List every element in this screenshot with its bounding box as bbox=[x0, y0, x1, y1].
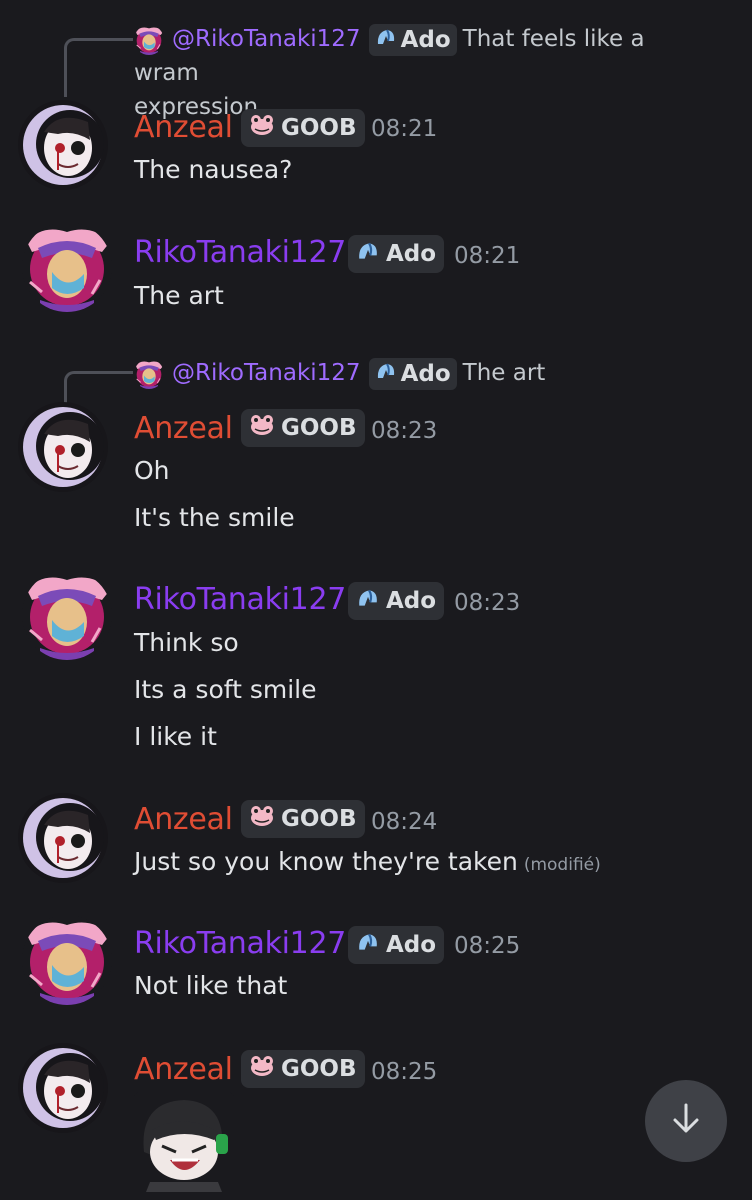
message-text: The art bbox=[134, 281, 224, 310]
frog-icon bbox=[249, 114, 275, 142]
frog-icon bbox=[249, 414, 275, 442]
message-text: Oh bbox=[134, 456, 170, 485]
ado-badge-icon bbox=[356, 587, 380, 615]
author-name[interactable]: Anzeal bbox=[134, 1052, 233, 1088]
frog-icon bbox=[249, 805, 275, 833]
timestamp: 08:25 bbox=[454, 933, 521, 959]
timestamp: 08:24 bbox=[371, 809, 438, 835]
ado-badge-icon bbox=[356, 931, 380, 959]
ado-badge-icon bbox=[356, 240, 380, 268]
role-tag: Ado bbox=[368, 23, 457, 57]
reply-avatar bbox=[134, 358, 164, 389]
role-tag: Ado bbox=[348, 582, 445, 620]
reply-preview[interactable]: @RikoTanaki127 Ado That feels like a wram e… bbox=[134, 22, 714, 124]
role-tag: GOOB bbox=[241, 109, 365, 147]
message-text: It's the smile bbox=[134, 503, 295, 532]
reply-avatar bbox=[134, 24, 164, 55]
edited-label: (modifié) bbox=[523, 855, 601, 875]
timestamp: 08:23 bbox=[371, 418, 438, 444]
ado-badge-icon bbox=[375, 357, 397, 391]
author-name[interactable]: RikoTanaki127 bbox=[134, 582, 346, 618]
message-text: I like it bbox=[134, 722, 217, 751]
reply-connector bbox=[64, 38, 133, 97]
ado-badge-icon bbox=[375, 23, 397, 57]
message-text: Not like that bbox=[134, 971, 288, 1000]
avatar-riko[interactable] bbox=[22, 222, 112, 312]
timestamp: 08:21 bbox=[454, 243, 521, 269]
role-tag: Ado bbox=[348, 926, 445, 964]
timestamp: 08:21 bbox=[371, 116, 438, 142]
avatar-riko[interactable] bbox=[22, 915, 112, 1005]
role-tag: Ado bbox=[348, 235, 445, 273]
message-text: The nausea? bbox=[134, 155, 293, 184]
reply-text: The art bbox=[462, 360, 546, 386]
author-name[interactable]: RikoTanaki127 bbox=[134, 235, 346, 271]
avatar-anzeal[interactable] bbox=[18, 793, 108, 883]
avatar-anzeal[interactable] bbox=[18, 100, 108, 190]
reply-mention[interactable]: @RikoTanaki127 bbox=[172, 26, 361, 52]
arrow-down-icon bbox=[668, 1101, 704, 1141]
reply-preview[interactable]: @RikoTanaki127 Ado The art bbox=[134, 356, 545, 390]
author-name[interactable]: Anzeal bbox=[134, 802, 233, 838]
author-name[interactable]: RikoTanaki127 bbox=[134, 926, 346, 962]
role-tag: GOOB bbox=[241, 1050, 365, 1088]
avatar-anzeal[interactable] bbox=[18, 402, 108, 492]
author-name[interactable]: Anzeal bbox=[134, 411, 233, 447]
frog-icon bbox=[249, 1055, 275, 1083]
scroll-to-bottom-button[interactable] bbox=[645, 1080, 727, 1162]
role-tag: Ado bbox=[368, 357, 457, 391]
role-tag: GOOB bbox=[241, 409, 365, 447]
avatar-riko[interactable] bbox=[22, 570, 112, 660]
message-text: Just so you know they're taken (modifié) bbox=[134, 847, 601, 876]
reply-connector bbox=[64, 371, 133, 404]
timestamp: 08:25 bbox=[371, 1059, 438, 1085]
timestamp: 08:23 bbox=[454, 590, 521, 616]
sticker-image[interactable] bbox=[134, 1092, 234, 1192]
message-text: Its a soft smile bbox=[134, 675, 317, 704]
reply-mention[interactable]: @RikoTanaki127 bbox=[172, 360, 361, 386]
role-tag: GOOB bbox=[241, 800, 365, 838]
avatar-anzeal[interactable] bbox=[18, 1043, 108, 1133]
message-text: Think so bbox=[134, 628, 239, 657]
author-name[interactable]: Anzeal bbox=[134, 110, 233, 146]
